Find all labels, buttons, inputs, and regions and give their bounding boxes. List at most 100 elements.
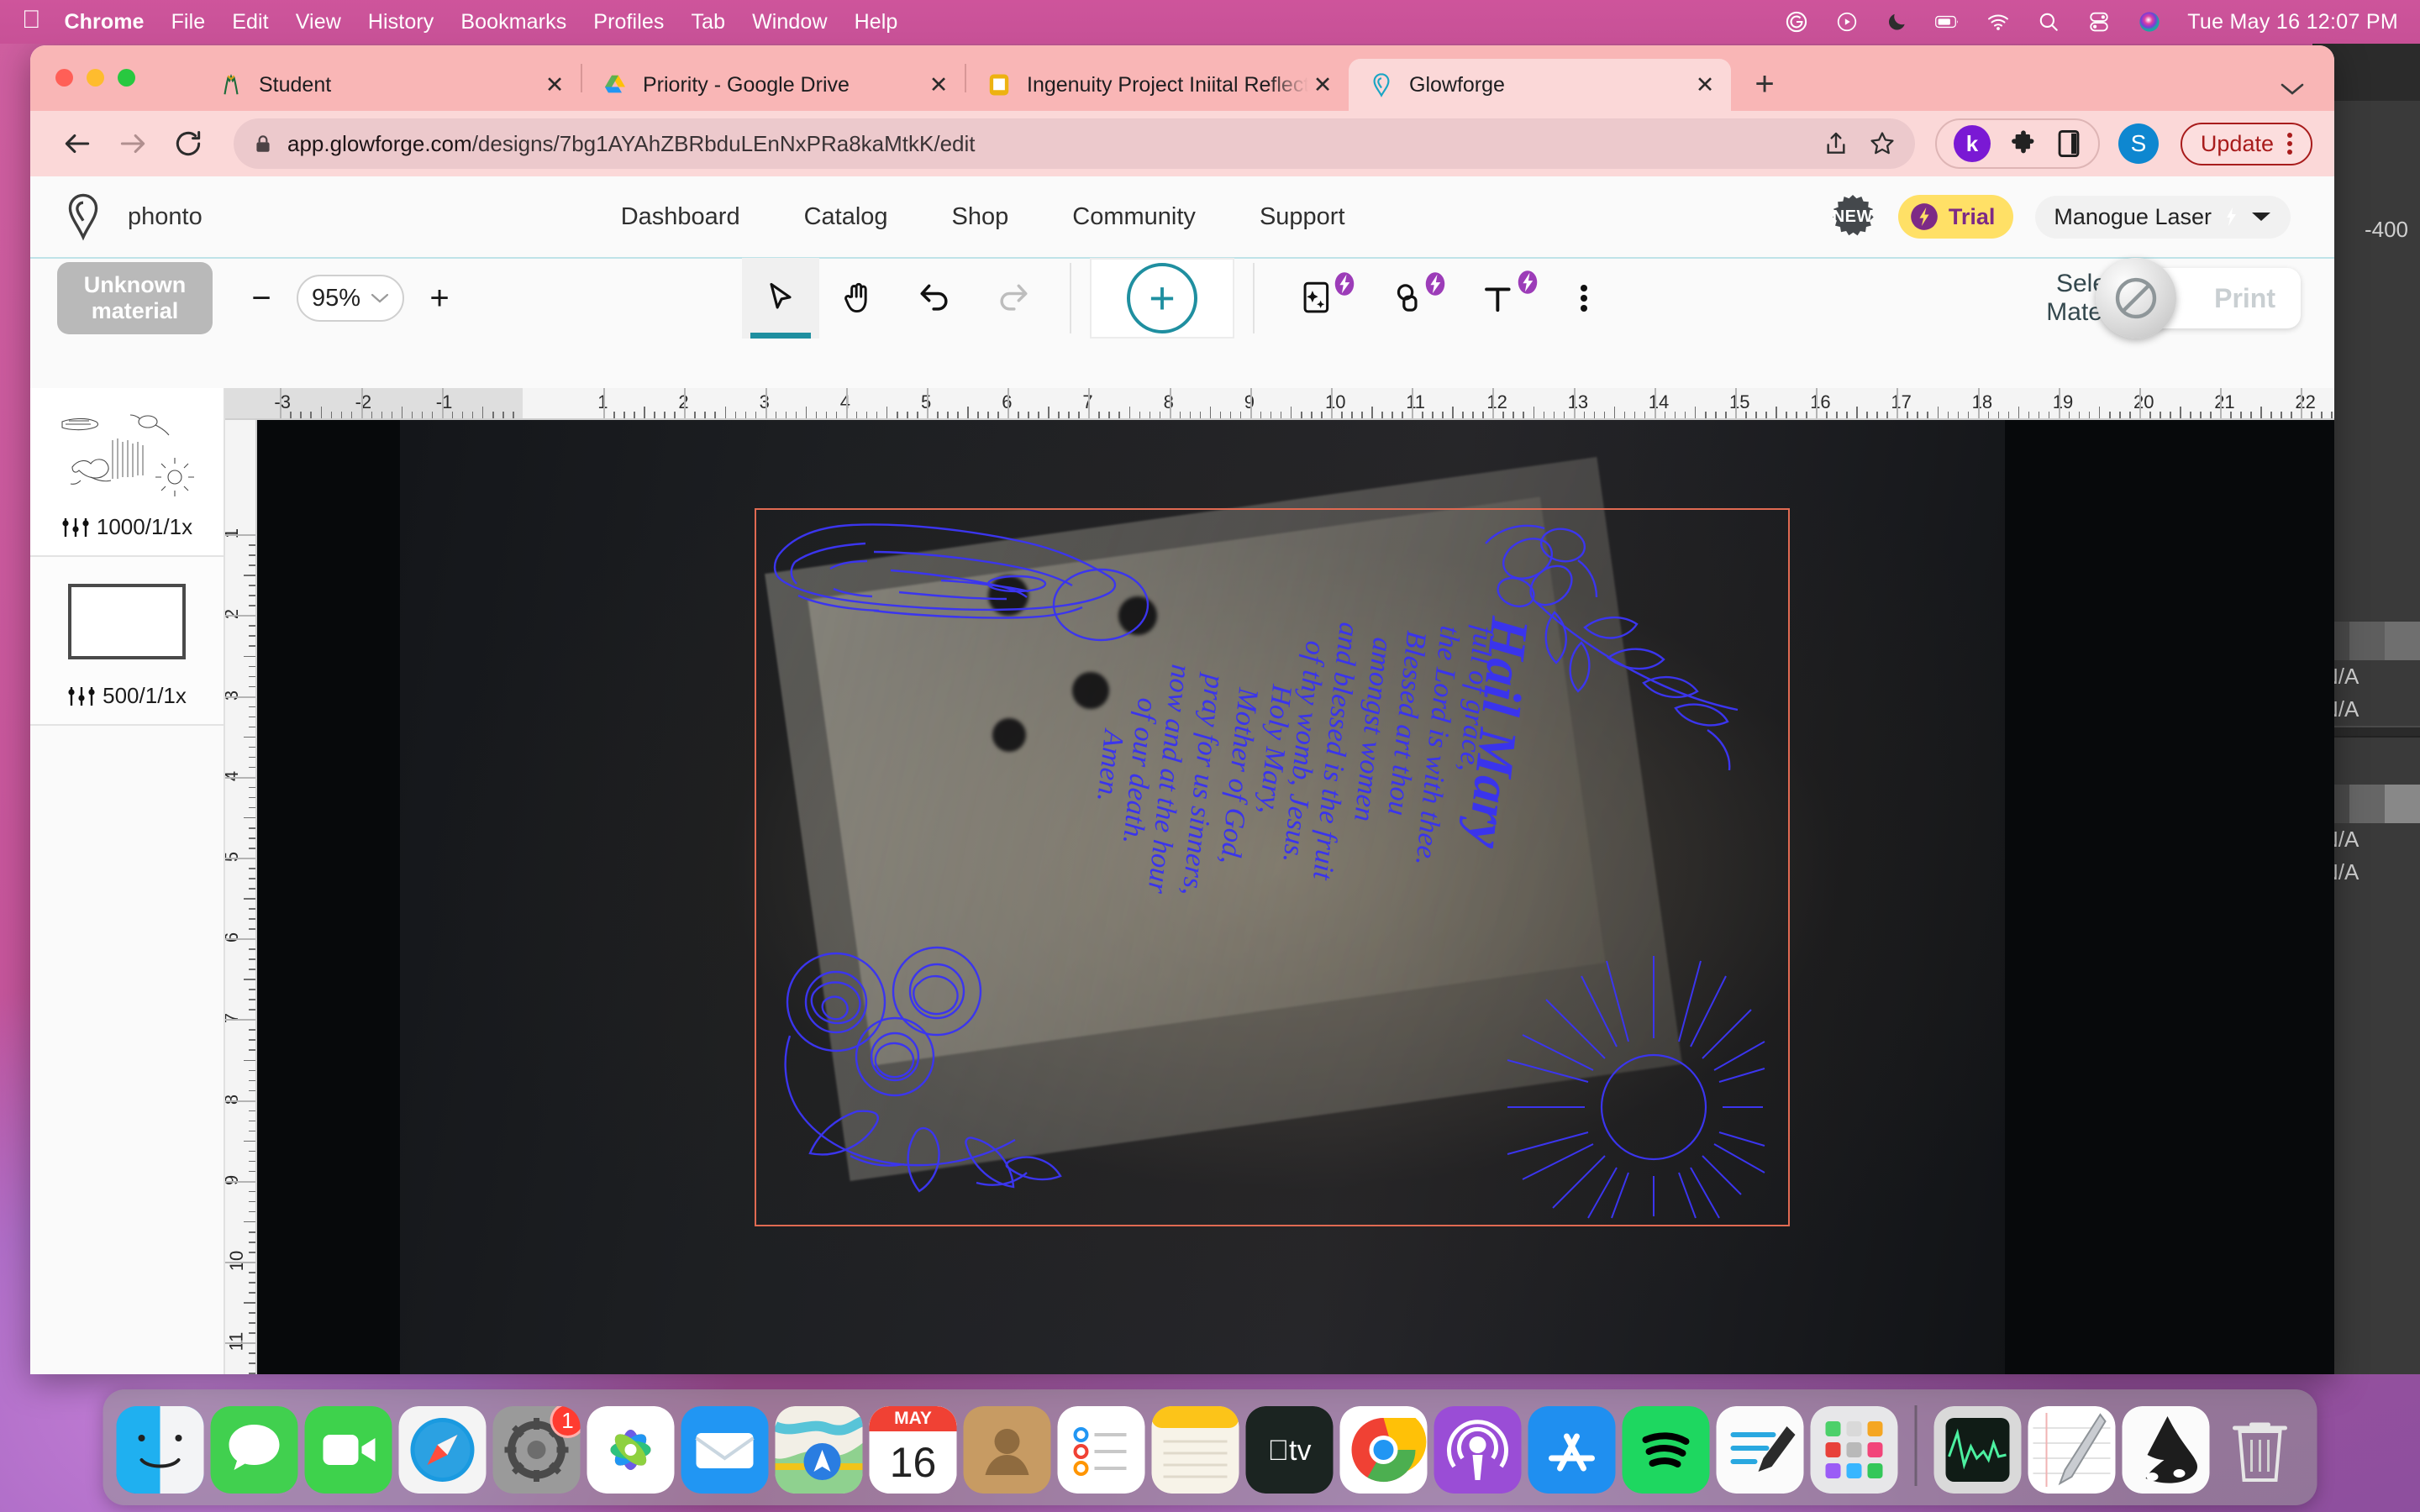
zoom-in-button[interactable]: +: [423, 280, 456, 318]
design-selection-frame[interactable]: Hail Mary full of grace, the Lord is wit…: [755, 508, 1790, 1226]
undo-icon[interactable]: [897, 258, 974, 339]
zoom-level-select[interactable]: 95%: [297, 275, 404, 322]
dock-item-finder[interactable]: [116, 1406, 204, 1494]
wifi-icon[interactable]: [1986, 9, 2011, 34]
close-tab-button[interactable]: ✕: [1308, 71, 1337, 99]
new-badge[interactable]: NEW: [1829, 193, 1876, 240]
share-icon[interactable]: [1823, 130, 1849, 157]
kami-extension-icon[interactable]: k: [1953, 125, 1991, 162]
menu-item-view[interactable]: View: [296, 10, 341, 34]
menu-item-edit[interactable]: Edit: [232, 10, 268, 34]
menu-item-chrome[interactable]: Chrome: [65, 10, 145, 34]
nav-link-shop[interactable]: Shop: [920, 203, 1041, 231]
minimize-window-button[interactable]: [87, 69, 104, 87]
dock-item-chrome[interactable]: [1339, 1406, 1428, 1494]
siri-icon[interactable]: [2137, 9, 2162, 34]
new-tab-button[interactable]: +: [1743, 62, 1786, 106]
nav-link-catalog[interactable]: Catalog: [772, 203, 920, 231]
add-artwork-button[interactable]: +: [1090, 258, 1234, 339]
sidebar-icon[interactable]: [2056, 129, 2081, 158]
dock-item-trash[interactable]: [2217, 1406, 2304, 1494]
browser-tab-google-drive[interactable]: Priority - Google Drive ✕: [582, 59, 965, 111]
unknown-material-button[interactable]: Unknown material: [57, 262, 213, 334]
dock-item-facetime[interactable]: [304, 1406, 392, 1494]
dock-item-contacts[interactable]: [963, 1406, 1051, 1494]
dock-item-calendar[interactable]: MAY 16: [869, 1406, 957, 1494]
layer-item-rectangle[interactable]: 500/1/1x: [30, 557, 224, 726]
play-circle-icon[interactable]: [1834, 9, 1860, 34]
control-center-icon[interactable]: [2086, 9, 2112, 34]
search-icon[interactable]: [2036, 9, 2061, 34]
nav-link-dashboard[interactable]: Dashboard: [589, 203, 772, 231]
dock-item-launchpad[interactable]: [1810, 1406, 1898, 1494]
moon-icon[interactable]: [1885, 9, 1910, 34]
dock-item-app-store[interactable]: [1528, 1406, 1616, 1494]
battery-icon[interactable]: [1935, 9, 1960, 34]
menu-item-history[interactable]: History: [368, 10, 434, 34]
prayer-text-block[interactable]: Hail Mary full of grace, the Lord is wit…: [1091, 614, 1561, 1142]
close-tab-button[interactable]: ✕: [540, 71, 569, 99]
address-bar[interactable]: app.glowforge.com/designs/7bg1AYAhZBRbdu…: [234, 118, 1915, 169]
apple-icon[interactable]: : [22, 8, 41, 33]
dock-item-messages[interactable]: [210, 1406, 298, 1494]
menu-item-bookmarks[interactable]: Bookmarks: [460, 10, 566, 34]
shapes-icon[interactable]: [1364, 258, 1455, 339]
vertical-ruler[interactable]: 123456789101112: [225, 420, 257, 1374]
profile-avatar[interactable]: S: [2118, 123, 2159, 164]
menu-item-window[interactable]: Window: [752, 10, 828, 34]
account-selector[interactable]: Manogue Laser: [2035, 195, 2291, 239]
dock-item-activity-monitor[interactable]: [1933, 1406, 2022, 1494]
chevron-down-icon[interactable]: [2279, 81, 2306, 97]
nav-link-support[interactable]: Support: [1228, 203, 1377, 231]
browser-tab-student[interactable]: Student ✕: [198, 59, 581, 111]
dock-item-safari[interactable]: [398, 1406, 487, 1494]
puzzle-extension-icon[interactable]: [2009, 129, 2038, 158]
print-button-group[interactable]: Print: [2096, 258, 2301, 339]
kebab-menu-icon[interactable]: [2287, 133, 2292, 155]
layer-settings-label[interactable]: 1000/1/1x: [42, 502, 212, 545]
grammarly-icon[interactable]: [1784, 9, 1809, 34]
dock-item-freeform[interactable]: [1716, 1406, 1804, 1494]
canvas-area[interactable]: -3-2-11234567891011121314151617181920212…: [225, 388, 2334, 1374]
dock-item-notability[interactable]: [2028, 1406, 2116, 1494]
pan-tool-icon[interactable]: [819, 258, 897, 339]
menu-item-help[interactable]: Help: [855, 10, 898, 34]
horizontal-ruler[interactable]: -3-2-11234567891011121314151617181920212…: [225, 388, 2334, 420]
text-tool-icon[interactable]: [1455, 258, 1545, 339]
layer-item-artwork[interactable]: 1000/1/1x: [30, 388, 224, 557]
dock-item-system-settings[interactable]: 1: [492, 1406, 581, 1494]
close-window-button[interactable]: [55, 69, 73, 87]
dock-item-apple-tv[interactable]: tv: [1245, 1406, 1334, 1494]
update-button[interactable]: Update: [2180, 122, 2312, 165]
nav-link-community[interactable]: Community: [1040, 203, 1228, 231]
maximize-window-button[interactable]: [118, 69, 135, 87]
dock-item-notes[interactable]: [1151, 1406, 1239, 1494]
dock-item-podcasts[interactable]: [1434, 1406, 1522, 1494]
back-arrow-icon[interactable]: [52, 118, 103, 169]
zoom-out-button[interactable]: −: [245, 280, 278, 318]
magic-canvas-icon[interactable]: [1273, 258, 1364, 339]
laser-bed[interactable]: Hail Mary full of grace, the Lord is wit…: [257, 420, 2334, 1374]
star-icon[interactable]: [1868, 129, 1897, 158]
window-traffic-lights[interactable]: [55, 69, 135, 87]
close-tab-button[interactable]: ✕: [924, 71, 953, 99]
dock-item-inkscape[interactable]: [2122, 1406, 2210, 1494]
glowforge-logo-icon[interactable]: [60, 192, 106, 242]
menu-item-profiles[interactable]: Profiles: [593, 10, 664, 34]
dock-item-mail[interactable]: [681, 1406, 769, 1494]
reload-icon[interactable]: [163, 118, 213, 169]
dock-item-photos[interactable]: [587, 1406, 675, 1494]
browser-tab-glowforge[interactable]: Glowforge ✕: [1349, 59, 1731, 111]
dock-item-maps[interactable]: [775, 1406, 863, 1494]
close-tab-button[interactable]: ✕: [1691, 71, 1719, 99]
dock-item-reminders[interactable]: [1057, 1406, 1145, 1494]
layer-settings-label[interactable]: 500/1/1x: [42, 671, 212, 714]
menu-item-file[interactable]: File: [171, 10, 206, 34]
select-tool-icon[interactable]: [742, 258, 819, 339]
menu-bar-clock[interactable]: Tue May 16 12:07 PM: [2187, 10, 2398, 34]
trial-badge[interactable]: Trial: [1897, 195, 2014, 239]
browser-tab-ingenuity-project[interactable]: Ingenuity Project Iniital Reflecti ✕: [966, 59, 1349, 111]
project-name[interactable]: phonto: [128, 203, 203, 231]
more-options-icon[interactable]: [1545, 258, 1623, 339]
dock-item-spotify[interactable]: [1622, 1406, 1710, 1494]
